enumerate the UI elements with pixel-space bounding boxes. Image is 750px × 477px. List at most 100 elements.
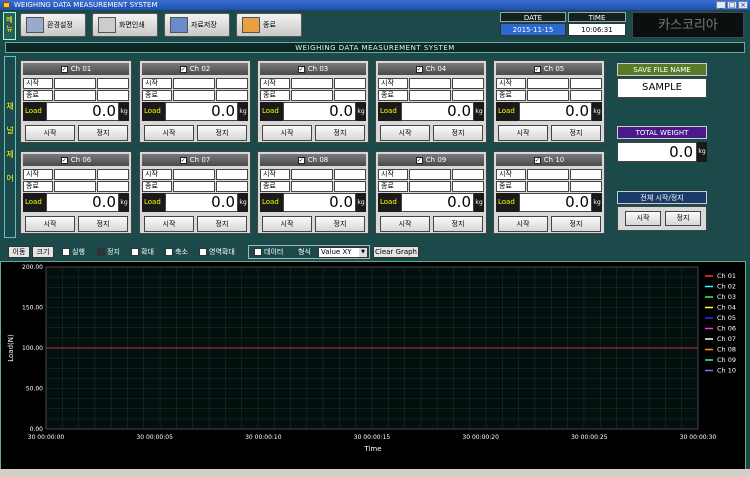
channel-load-unit: kg <box>474 102 484 121</box>
channel-header[interactable]: ✓ Ch 04 <box>378 63 484 75</box>
channel-start-date-field <box>409 78 451 89</box>
clear-graph-button[interactable]: Clear Graph <box>373 246 419 258</box>
x-tick-label: 30 00:00:25 <box>571 434 608 441</box>
channel-checkbox[interactable]: ✓ <box>415 65 423 73</box>
all-start-button[interactable]: 시작 <box>625 211 661 226</box>
channel-checkbox[interactable]: ✓ <box>60 156 68 164</box>
channel-start-button[interactable]: 시작 <box>144 125 194 141</box>
channel-start-button[interactable]: 시작 <box>25 216 75 232</box>
all-control-label: 전체 시작/정지 <box>617 191 707 204</box>
channel-header[interactable]: ✓ Ch 03 <box>260 63 366 75</box>
channel-stop-button[interactable]: 정지 <box>433 216 483 232</box>
format-select[interactable]: Value XY ▼ <box>318 247 368 258</box>
channel-start-button[interactable]: 시작 <box>144 216 194 232</box>
channel-stop-button[interactable]: 정지 <box>315 216 365 232</box>
zoom-in-radio[interactable] <box>131 248 139 256</box>
channel-header[interactable]: ✓ Ch 06 <box>23 154 129 166</box>
channel-start-button[interactable]: 시작 <box>380 125 430 141</box>
channel-load-unit: kg <box>474 193 484 212</box>
channel-stop-button[interactable]: 정지 <box>78 216 128 232</box>
channel-start-time-field <box>570 169 602 180</box>
settings-button[interactable]: 환경설정 <box>20 13 86 37</box>
time-label: TIME <box>568 12 626 22</box>
channel-header[interactable]: ✓ Ch 10 <box>496 154 602 166</box>
channel-checkbox[interactable]: ✓ <box>297 65 305 73</box>
channel-checkbox[interactable]: ✓ <box>60 65 68 73</box>
legend-label: Ch 10 <box>717 367 736 375</box>
channel-end-date-field <box>54 90 96 101</box>
save-file-name-label: SAVE FILE NAME <box>617 63 707 76</box>
channel-control-side-label: 채널제어 <box>4 56 16 238</box>
channel-end-time-label: 종료 <box>378 90 408 101</box>
channel-checkbox[interactable]: ✓ <box>179 156 187 164</box>
size-button[interactable]: 크기 <box>32 246 54 258</box>
channel-start-time-label: 시작 <box>142 169 172 180</box>
channel-load-value: 0.0 <box>519 193 592 212</box>
channel-checkbox[interactable]: ✓ <box>533 156 541 164</box>
channel-name: Ch 05 <box>543 65 565 73</box>
channel-load-value: 0.0 <box>401 102 474 121</box>
channel-start-time-label: 시작 <box>23 169 53 180</box>
channel-start-button[interactable]: 시작 <box>25 125 75 141</box>
channel-load-label: Load <box>23 102 46 121</box>
channel-card: ✓ Ch 01 시작 종료 Load 0.0 kg 시작 정지 <box>20 60 132 143</box>
channel-checkbox[interactable]: ✓ <box>179 65 187 73</box>
channel-header[interactable]: ✓ Ch 09 <box>378 154 484 166</box>
channel-stop-button[interactable]: 정지 <box>315 125 365 141</box>
channel-stop-button[interactable]: 정지 <box>197 216 247 232</box>
channel-start-time-label: 시작 <box>260 78 290 89</box>
y-tick-label: 0.00 <box>30 426 44 433</box>
channel-start-button[interactable]: 시작 <box>498 216 548 232</box>
channel-checkbox[interactable]: ✓ <box>297 156 305 164</box>
channel-end-date-field <box>527 90 569 101</box>
format-label: 형식 <box>298 248 311 256</box>
channel-stop-button[interactable]: 정지 <box>551 125 601 141</box>
channel-start-time-field <box>334 78 366 89</box>
channel-header[interactable]: ✓ Ch 07 <box>142 154 248 166</box>
title-bar: WEIGHING DATA MEASUREMENT SYSTEM _ □ × <box>0 0 750 10</box>
close-button[interactable]: × <box>738 1 748 9</box>
all-stop-button[interactable]: 정지 <box>665 211 701 226</box>
channel-card: ✓ Ch 10 시작 종료 Load 0.0 kg 시작 정지 <box>493 151 605 234</box>
channel-start-button[interactable]: 시작 <box>262 216 312 232</box>
load-graph[interactable]: 0.00 50.00 100.00 150.00 200.00 30 00:00:00 30… <box>0 261 746 470</box>
channel-header[interactable]: ✓ Ch 01 <box>23 63 129 75</box>
x-tick-label: 30 00:00:00 <box>28 434 65 441</box>
zoom-out-radio[interactable] <box>165 248 173 256</box>
minimize-button[interactable]: _ <box>716 1 726 9</box>
move-button[interactable]: 이동 <box>8 246 30 258</box>
channel-stop-button[interactable]: 정지 <box>78 125 128 141</box>
date-value[interactable]: 2015-11-15 <box>500 23 566 36</box>
channel-load-label: Load <box>260 193 283 212</box>
channel-header[interactable]: ✓ Ch 02 <box>142 63 248 75</box>
channel-start-time-label: 시작 <box>378 169 408 180</box>
channel-start-date-field <box>291 78 333 89</box>
channel-header[interactable]: ✓ Ch 08 <box>260 154 366 166</box>
save-data-button[interactable]: 자료저장 <box>164 13 230 37</box>
channel-stop-button[interactable]: 정지 <box>197 125 247 141</box>
channel-end-time-label: 종료 <box>142 90 172 101</box>
save-file-name-input[interactable]: SAMPLE <box>617 78 707 98</box>
channel-header[interactable]: ✓ Ch 05 <box>496 63 602 75</box>
channel-stop-button[interactable]: 정지 <box>433 125 483 141</box>
channel-checkbox[interactable]: ✓ <box>415 156 423 164</box>
channel-end-date-field <box>54 181 96 192</box>
channel-start-time-label: 시작 <box>496 78 526 89</box>
stop-radio[interactable] <box>97 248 105 256</box>
channel-start-button[interactable]: 시작 <box>498 125 548 141</box>
total-weight-label: TOTAL WEIGHT <box>617 126 707 139</box>
exit-button[interactable]: 종료 <box>236 13 302 37</box>
area-zoom-radio[interactable] <box>199 248 207 256</box>
maximize-button[interactable]: □ <box>727 1 737 9</box>
print-screen-button[interactable]: 화면인쇄 <box>92 13 158 37</box>
channel-start-date-field <box>173 169 215 180</box>
time-value: 10:06:31 <box>568 23 626 36</box>
channel-stop-button[interactable]: 정지 <box>551 216 601 232</box>
channel-name: Ch 07 <box>189 156 211 164</box>
data-checkbox[interactable] <box>254 248 262 256</box>
channel-checkbox[interactable]: ✓ <box>533 65 541 73</box>
channel-start-button[interactable]: 시작 <box>380 216 430 232</box>
run-radio[interactable] <box>62 248 70 256</box>
channel-load-label: Load <box>496 193 519 212</box>
channel-start-button[interactable]: 시작 <box>262 125 312 141</box>
